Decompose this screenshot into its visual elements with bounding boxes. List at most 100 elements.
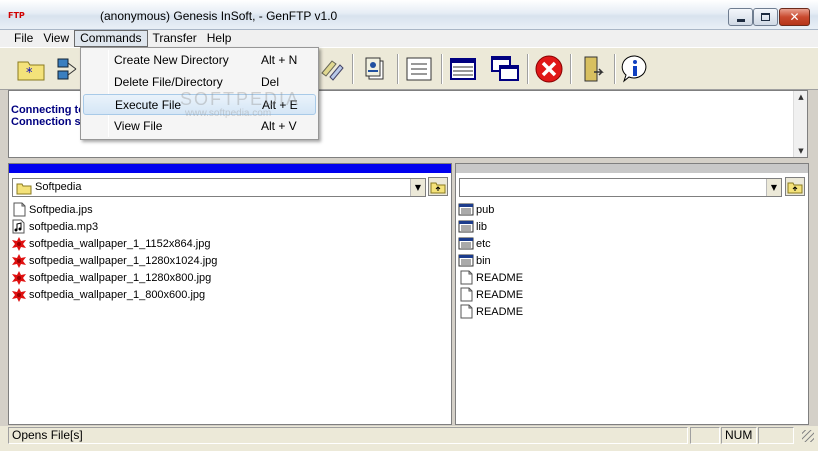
file-row[interactable]: README — [458, 269, 523, 286]
softpedia-watermark: SOFTPEDIA — [180, 89, 301, 109]
maximize-button[interactable] — [753, 8, 778, 26]
local-path-text: Softpedia — [35, 181, 82, 193]
menu-file[interactable]: File — [9, 30, 38, 47]
window-title: (anonymous) Genesis InSoft, - GenFTP v1.… — [100, 9, 338, 23]
menu-item-shortcut: Del — [261, 75, 280, 89]
file-row[interactable]: softpedia_wallpaper_1_1280x1024.jpg — [11, 252, 217, 269]
toolbar-separator — [397, 54, 399, 84]
chevron-down-icon[interactable]: ▼ — [410, 179, 425, 196]
remote-pane-header — [456, 164, 808, 173]
disconnect-button[interactable] — [532, 53, 566, 85]
file-row[interactable]: bin — [458, 252, 523, 269]
local-path-dropdown[interactable]: Softpedia ▼ — [12, 178, 426, 197]
close-button[interactable]: ✕ — [779, 8, 810, 26]
directory-icon — [458, 219, 474, 235]
exit-door-icon — [584, 56, 604, 82]
windows-view-icon — [491, 56, 519, 81]
document-icon — [458, 287, 474, 303]
scroll-up-icon[interactable]: ▲ — [794, 91, 808, 103]
file-row[interactable]: softpedia_wallpaper_1_800x600.jpg — [11, 286, 217, 303]
folder-up-icon — [787, 182, 803, 193]
remote-file-list: pub lib etc bin README README README — [458, 201, 523, 320]
local-up-directory-button[interactable] — [428, 177, 448, 196]
directory-icon — [458, 253, 474, 269]
status-panel-empty — [758, 427, 794, 444]
menu-item-label: Execute File — [115, 98, 182, 112]
maximize-icon — [761, 13, 770, 21]
status-message: Opens File[s] — [8, 427, 688, 444]
file-name: README — [476, 271, 524, 284]
file-name: etc — [476, 237, 491, 250]
document-icon — [11, 202, 27, 218]
document-stack-icon — [365, 57, 384, 80]
info-bubble-icon — [621, 55, 647, 83]
minimize-icon — [736, 18, 745, 22]
menu-commands[interactable]: Commands — [74, 30, 148, 47]
file-row[interactable]: README — [458, 286, 523, 303]
resize-grip-icon[interactable] — [802, 430, 814, 442]
num-lock-indicator: NUM — [721, 427, 757, 444]
file-row[interactable]: lib — [458, 218, 523, 235]
close-icon: ✕ — [789, 10, 800, 24]
remote-up-directory-button[interactable] — [785, 177, 805, 196]
menu-view-file[interactable]: View File Alt + V — [83, 116, 316, 137]
detail-view-button[interactable] — [488, 53, 522, 85]
menu-view[interactable]: View — [38, 30, 74, 47]
log-line: Connection s — [11, 116, 81, 128]
title-bar: FTP (anonymous) Genesis InSoft, - GenFTP… — [0, 0, 818, 30]
scroll-down-icon[interactable]: ▼ — [794, 145, 808, 157]
menu-create-new-directory[interactable]: Create New Directory Alt + N — [83, 50, 316, 71]
document-icon — [458, 304, 474, 320]
toolbar-separator — [352, 54, 354, 84]
image-file-icon — [11, 270, 27, 286]
toolbar-separator — [527, 54, 529, 84]
status-bar: Opens File[s] NUM — [0, 426, 818, 451]
remote-file-pane: ▼ pub lib etc bin README README README — [455, 163, 809, 425]
list-view-button[interactable] — [446, 53, 480, 85]
status-panel-empty — [690, 427, 720, 444]
menu-bar: File View Commands Transfer Help — [0, 30, 818, 47]
transfer-button[interactable] — [314, 53, 348, 85]
log-scrollbar[interactable]: ▲ ▼ — [793, 91, 807, 157]
local-pane-header — [9, 164, 451, 173]
file-row[interactable]: pub — [458, 201, 523, 218]
remote-path-dropdown[interactable]: ▼ — [459, 178, 782, 197]
menu-help[interactable]: Help — [202, 30, 237, 47]
minimize-button[interactable] — [728, 8, 753, 26]
toolbar-separator — [570, 54, 572, 84]
menu-item-label: Create New Directory — [114, 53, 229, 67]
file-name: softpedia_wallpaper_1_1152x864.jpg — [29, 237, 211, 250]
file-name: lib — [476, 220, 488, 233]
file-name: README — [476, 288, 524, 301]
file-row[interactable]: README — [458, 303, 523, 320]
file-row[interactable]: softpedia_wallpaper_1_1280x800.jpg — [11, 269, 217, 286]
file-name: softpedia_wallpaper_1_1280x1024.jpg — [29, 254, 218, 267]
about-button[interactable] — [618, 53, 652, 85]
directory-icon — [458, 202, 474, 218]
toolbar-separator — [441, 54, 443, 84]
file-name: softpedia_wallpaper_1_1280x800.jpg — [29, 271, 212, 284]
menu-transfer[interactable]: Transfer — [148, 30, 202, 47]
compare-button[interactable] — [402, 53, 436, 85]
file-row[interactable]: Softpedia.jps — [11, 201, 217, 218]
file-name: softpedia.mp3 — [29, 220, 99, 233]
file-row[interactable]: etc — [458, 235, 523, 252]
file-row[interactable]: softpedia_wallpaper_1_1152x864.jpg — [11, 235, 217, 252]
svg-text:*: * — [26, 66, 33, 81]
table-view-icon — [450, 58, 476, 80]
directory-icon — [458, 236, 474, 252]
arrows-list-icon — [406, 57, 432, 81]
properties-button[interactable] — [358, 53, 392, 85]
file-row[interactable]: softpedia.mp3 — [11, 218, 217, 235]
file-name: softpedia_wallpaper_1_800x600.jpg — [29, 288, 206, 301]
document-icon — [458, 270, 474, 286]
image-file-icon — [11, 236, 27, 252]
chevron-down-icon[interactable]: ▼ — [766, 179, 781, 196]
file-name: Softpedia.jps — [29, 203, 93, 216]
image-file-icon — [11, 287, 27, 303]
menu-item-shortcut: Alt + N — [261, 53, 298, 67]
new-session-button[interactable]: * — [14, 53, 48, 85]
ftp-app-icon[interactable]: FTP — [8, 11, 25, 20]
local-file-pane: Softpedia ▼ Softpedia.jps softpedia.mp3 so… — [8, 163, 452, 425]
exit-button[interactable] — [576, 53, 610, 85]
